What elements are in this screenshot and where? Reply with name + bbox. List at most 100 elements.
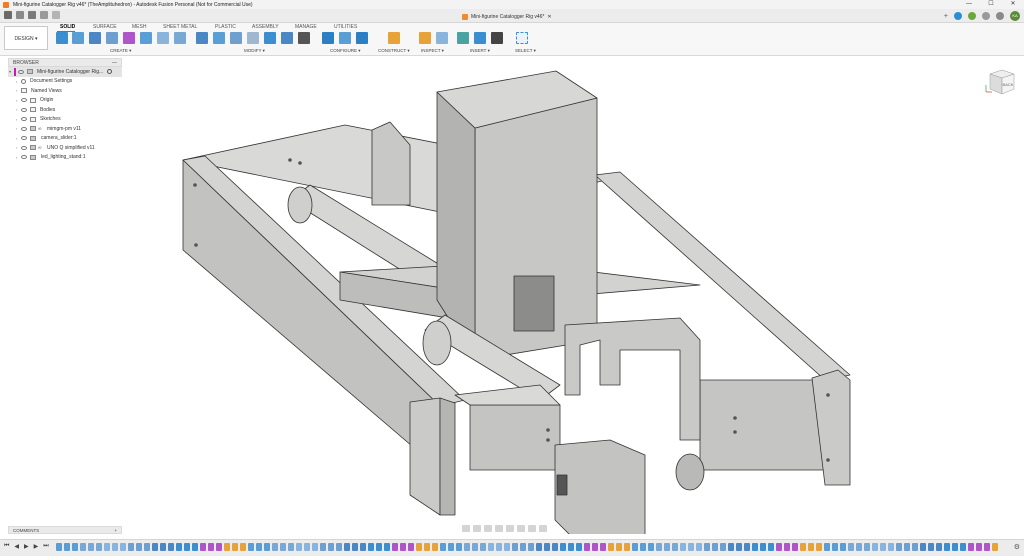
timeline-feature[interactable] bbox=[480, 543, 486, 551]
collapse-icon[interactable]: — bbox=[112, 60, 117, 66]
inspect-group-label[interactable]: INSPECT ▾ bbox=[421, 48, 444, 54]
extensions-icon[interactable] bbox=[954, 12, 962, 20]
timeline-feature[interactable] bbox=[912, 543, 918, 551]
timeline-feature[interactable] bbox=[432, 543, 438, 551]
timeline-feature[interactable] bbox=[504, 543, 510, 551]
frame-right-rail-face[interactable] bbox=[699, 379, 826, 471]
select-window-icon[interactable] bbox=[516, 32, 528, 44]
timeline-feature[interactable] bbox=[72, 543, 78, 551]
timeline-feature[interactable] bbox=[368, 543, 374, 551]
select-group-label[interactable]: SELECT ▾ bbox=[515, 48, 536, 54]
timeline-feature[interactable] bbox=[256, 543, 262, 551]
timeline-track[interactable] bbox=[56, 543, 1012, 553]
timeline-feature[interactable] bbox=[856, 543, 862, 551]
file-menu-icon[interactable] bbox=[16, 11, 24, 19]
timeline-feature[interactable] bbox=[560, 543, 566, 551]
timeline-feature[interactable] bbox=[712, 543, 718, 551]
timeline-feature[interactable] bbox=[664, 543, 670, 551]
timeline-feature[interactable] bbox=[520, 543, 526, 551]
timeline-feature[interactable] bbox=[944, 543, 950, 551]
upper-bracket[interactable] bbox=[371, 121, 411, 206]
timeline-feature[interactable] bbox=[272, 543, 278, 551]
timeline-feature[interactable] bbox=[616, 543, 622, 551]
tab-plastic[interactable]: PLASTIC bbox=[215, 24, 236, 30]
document-tab[interactable]: Mini-figurine Catalogger Rig v46* ✕ bbox=[462, 11, 552, 22]
timeline-feature[interactable] bbox=[936, 543, 942, 551]
timeline-feature[interactable] bbox=[184, 543, 190, 551]
browser-item-mimgm-pm[interactable]: › ∞ mimgm-pm v11 bbox=[8, 124, 122, 134]
timeline-feature[interactable] bbox=[928, 543, 934, 551]
chamfer-icon[interactable] bbox=[230, 32, 242, 44]
browser-item-origin[interactable]: › Origin bbox=[8, 96, 122, 106]
scale-icon[interactable] bbox=[281, 32, 293, 44]
timeline-feature[interactable] bbox=[152, 543, 158, 551]
undo-icon[interactable] bbox=[40, 11, 48, 19]
timeline-feature[interactable] bbox=[280, 543, 286, 551]
left-end-plate-side[interactable] bbox=[439, 397, 456, 516]
timeline-feature[interactable] bbox=[640, 543, 646, 551]
timeline-feature[interactable] bbox=[768, 543, 774, 551]
timeline-feature[interactable] bbox=[808, 543, 814, 551]
insert-derive-icon[interactable] bbox=[457, 32, 469, 44]
timeline-feature[interactable] bbox=[984, 543, 990, 551]
visibility-eye-icon[interactable] bbox=[21, 145, 27, 150]
browser-root-row[interactable]: ▾ Mini-figurine Catalogger Rig... bbox=[8, 67, 122, 77]
pan-icon[interactable] bbox=[484, 524, 492, 532]
browser-item-bodies[interactable]: › Bodies bbox=[8, 105, 122, 115]
timeline-feature[interactable] bbox=[536, 543, 542, 551]
timeline-feature[interactable] bbox=[624, 543, 630, 551]
pulley[interactable] bbox=[675, 453, 705, 491]
timeline-feature[interactable] bbox=[96, 543, 102, 551]
timeline-feature[interactable] bbox=[136, 543, 142, 551]
timeline-feature[interactable] bbox=[760, 543, 766, 551]
timeline-feature[interactable] bbox=[216, 543, 222, 551]
timeline-feature[interactable] bbox=[312, 543, 318, 551]
offset-plane-icon[interactable] bbox=[388, 32, 400, 44]
timeline-feature[interactable] bbox=[192, 543, 198, 551]
viewports-icon[interactable] bbox=[539, 524, 547, 532]
timeline-feature[interactable] bbox=[832, 543, 838, 551]
timeline-feature[interactable] bbox=[720, 543, 726, 551]
measure-icon[interactable] bbox=[419, 32, 431, 44]
timeline-feature[interactable] bbox=[576, 543, 582, 551]
create-sketch-icon[interactable] bbox=[56, 32, 68, 44]
timeline-feature[interactable] bbox=[320, 543, 326, 551]
redo-icon[interactable] bbox=[52, 11, 60, 19]
tab-solid[interactable]: SOLID bbox=[60, 24, 75, 30]
extrude-icon[interactable] bbox=[72, 32, 84, 44]
configure-group-label[interactable]: CONFIGURE ▾ bbox=[330, 48, 361, 54]
new-tab-icon[interactable]: + bbox=[944, 13, 948, 20]
user-avatar[interactable]: KA bbox=[1010, 11, 1020, 21]
visibility-eye-icon[interactable] bbox=[21, 126, 27, 131]
timeline-feature[interactable] bbox=[80, 543, 86, 551]
orbit-icon[interactable] bbox=[462, 524, 470, 532]
close-tab-icon[interactable]: ✕ bbox=[547, 14, 551, 20]
timeline-feature[interactable] bbox=[744, 543, 750, 551]
display-settings-icon[interactable] bbox=[517, 524, 525, 532]
timeline-feature[interactable] bbox=[224, 543, 230, 551]
timeline-feature[interactable] bbox=[392, 543, 398, 551]
tab-utilities[interactable]: UTILITIES bbox=[334, 24, 357, 30]
timeline-feature[interactable] bbox=[688, 543, 694, 551]
grid-settings-icon[interactable] bbox=[528, 524, 536, 532]
visibility-eye-icon[interactable] bbox=[21, 117, 27, 122]
hole-icon[interactable] bbox=[106, 32, 118, 44]
timeline-feature[interactable] bbox=[992, 543, 998, 551]
timeline-feature[interactable] bbox=[544, 543, 550, 551]
timeline-feature[interactable] bbox=[920, 543, 926, 551]
timeline-feature[interactable] bbox=[888, 543, 894, 551]
timeline-feature[interactable] bbox=[600, 543, 606, 551]
timeline-feature[interactable] bbox=[400, 543, 406, 551]
timeline-feature[interactable] bbox=[960, 543, 966, 551]
timeline-feature[interactable] bbox=[200, 543, 206, 551]
timeline-feature[interactable] bbox=[144, 543, 150, 551]
construct-group-label[interactable]: CONSTRUCT ▾ bbox=[378, 48, 410, 54]
shell-icon[interactable] bbox=[247, 32, 259, 44]
viewcube[interactable]: BACK bbox=[984, 66, 1016, 96]
go-to-end-icon[interactable]: ⏭ bbox=[43, 543, 48, 550]
timeline-feature[interactable] bbox=[472, 543, 478, 551]
timeline-feature[interactable] bbox=[328, 543, 334, 551]
timeline-feature[interactable] bbox=[104, 543, 110, 551]
timeline-feature[interactable] bbox=[776, 543, 782, 551]
browser-item-document-settings[interactable]: › Document Settings bbox=[8, 77, 122, 87]
